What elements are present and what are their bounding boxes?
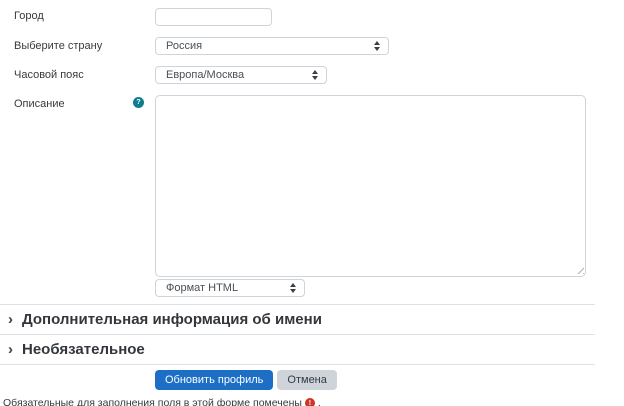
country-select-value: Россия xyxy=(166,40,202,52)
form-row-city: Город xyxy=(0,7,595,26)
section-additional-name-info-title: Дополнительная информация об имени xyxy=(22,311,322,328)
section-optional-title: Необязательное xyxy=(22,341,145,358)
timezone-select[interactable]: Европа/Москва xyxy=(155,66,327,84)
form-row-description: Описание ? Формат HTML xyxy=(0,95,595,297)
timezone-label: Часовой пояс xyxy=(14,69,84,81)
form-row-timezone: Часовой пояс Европа/Москва xyxy=(0,66,595,84)
description-textarea[interactable] xyxy=(155,95,586,277)
select-arrows-icon xyxy=(290,283,296,293)
country-label: Выберите страну xyxy=(14,40,102,52)
required-note: Обязательные для заполнения поля в этой … xyxy=(0,397,595,406)
profile-edit-form: Город Выберите страну Россия Часовой поя… xyxy=(0,0,624,406)
select-arrows-icon xyxy=(312,70,318,80)
section-optional[interactable]: › Необязательное xyxy=(0,334,595,364)
form-actions: Обновить профиль Отмена xyxy=(0,370,595,390)
cancel-button[interactable]: Отмена xyxy=(277,370,336,390)
timezone-select-value: Европа/Москва xyxy=(166,69,244,81)
form-row-country: Выберите страну Россия xyxy=(0,37,595,55)
divider xyxy=(0,364,595,365)
chevron-right-icon: › xyxy=(8,311,13,328)
select-arrows-icon xyxy=(374,41,380,51)
required-note-suffix: . xyxy=(318,397,321,406)
required-icon: ! xyxy=(305,398,315,406)
help-icon[interactable]: ? xyxy=(133,97,144,108)
city-label: Город xyxy=(14,10,44,22)
city-input[interactable] xyxy=(155,8,272,26)
required-note-text: Обязательные для заполнения поля в этой … xyxy=(3,397,302,406)
update-profile-button[interactable]: Обновить профиль xyxy=(155,370,273,390)
chevron-right-icon: › xyxy=(8,341,13,358)
description-label: Описание xyxy=(14,98,65,110)
section-additional-name-info[interactable]: › Дополнительная информация об имени xyxy=(0,304,595,334)
country-select[interactable]: Россия xyxy=(155,37,389,55)
text-format-select[interactable]: Формат HTML xyxy=(155,279,305,297)
text-format-select-value: Формат HTML xyxy=(166,282,238,294)
